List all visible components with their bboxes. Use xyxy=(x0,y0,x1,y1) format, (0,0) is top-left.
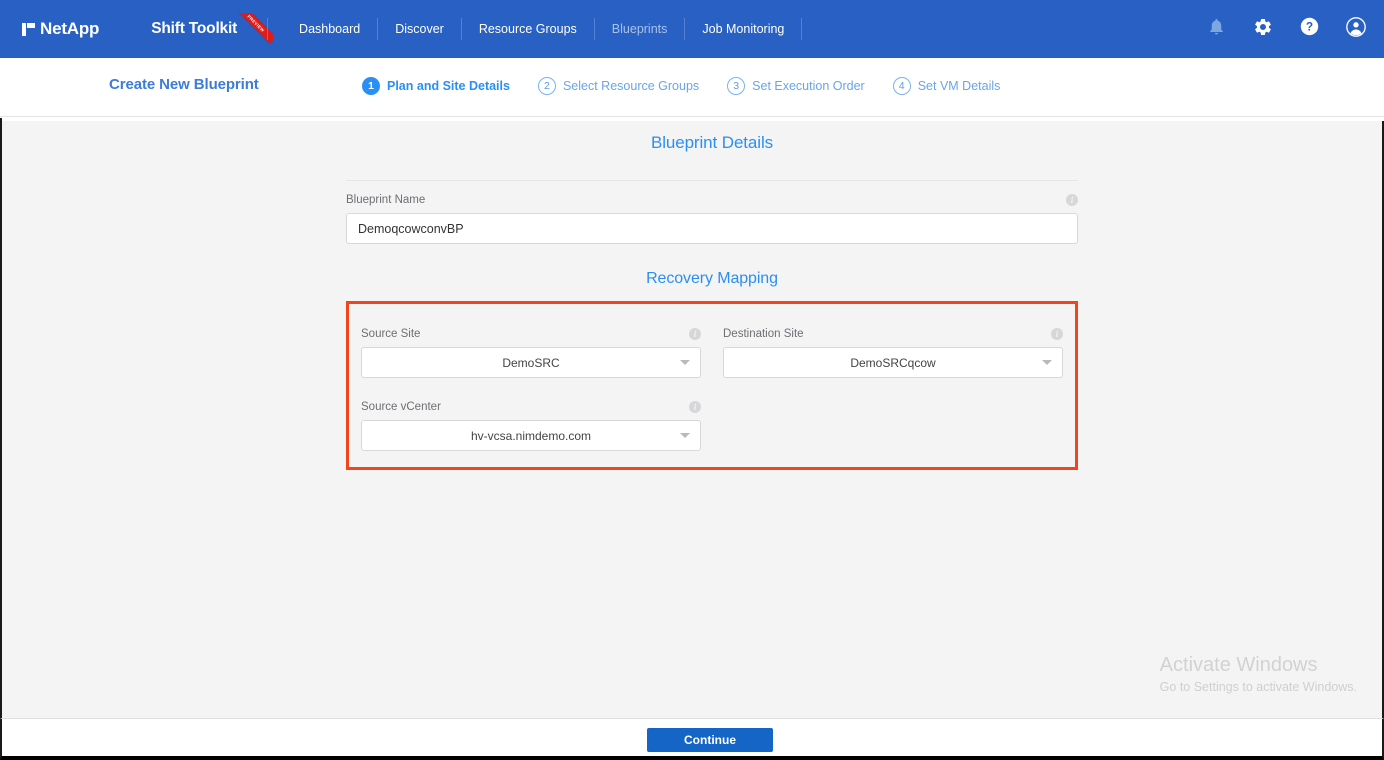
wizard-step-select-resource-groups[interactable]: 2 Select Resource Groups xyxy=(537,77,700,95)
nav-divider xyxy=(801,18,803,40)
windows-activation-watermark: Activate Windows Go to Settings to activ… xyxy=(1160,652,1357,696)
destination-site-select[interactable]: DemoSRCqcow xyxy=(723,347,1063,378)
destination-site-field: Destination Site i DemoSRCqcow xyxy=(723,315,1063,378)
wizard-step-set-vm-details[interactable]: 4 Set VM Details xyxy=(892,77,1001,95)
step-label: Select Resource Groups xyxy=(562,79,700,93)
recovery-mapping-row-2: Source vCenter i hv-vcsa.nimdemo.com xyxy=(361,388,1063,451)
step-number-badge: 1 xyxy=(362,77,380,95)
blueprint-name-input[interactable] xyxy=(346,213,1078,244)
primary-nav-links: Dashboard Discover Resource Groups Bluep… xyxy=(282,18,803,40)
step-number-badge: 2 xyxy=(537,77,556,95)
info-icon[interactable]: i xyxy=(689,401,701,413)
recovery-mapping-highlight-box: Source Site i DemoSRC Destination Site i xyxy=(346,301,1078,470)
info-icon[interactable]: i xyxy=(1051,328,1063,340)
step-number-badge: 3 xyxy=(727,77,746,95)
source-site-label-row: Source Site i xyxy=(361,328,701,340)
navbar-action-icons: ? xyxy=(1207,0,1366,58)
wizard-step-bar: Create New Blueprint 1 Plan and Site Det… xyxy=(0,58,1384,153)
netapp-logo[interactable]: NetApp xyxy=(22,19,99,39)
wizard-steps: 1 Plan and Site Details 2 Select Resourc… xyxy=(362,77,1000,95)
destination-site-label-row: Destination Site i xyxy=(723,328,1063,340)
info-icon[interactable]: i xyxy=(1066,194,1078,206)
nav-divider xyxy=(460,18,462,40)
nav-link-dashboard[interactable]: Dashboard xyxy=(282,18,377,40)
nav-divider xyxy=(267,18,269,40)
info-icon[interactable]: i xyxy=(689,328,701,340)
recovery-mapping-row-1: Source Site i DemoSRC Destination Site i xyxy=(361,315,1063,378)
source-site-select[interactable]: DemoSRC xyxy=(361,347,701,378)
netapp-logo-text: NetApp xyxy=(40,19,100,38)
product-brand: Shift Toolkit PREVIEW xyxy=(151,13,274,44)
settings-gear-icon[interactable] xyxy=(1253,17,1273,42)
notification-bell-icon[interactable] xyxy=(1207,17,1226,41)
watermark-subtitle: Go to Settings to activate Windows. xyxy=(1159,680,1357,694)
source-vcenter-field: Source vCenter i hv-vcsa.nimdemo.com xyxy=(361,388,701,451)
nav-link-job-monitoring[interactable]: Job Monitoring xyxy=(685,18,801,40)
nav-link-blueprints[interactable]: Blueprints xyxy=(595,18,685,40)
nav-link-discover[interactable]: Discover xyxy=(378,18,461,40)
top-navigation-bar: NetApp Shift Toolkit PREVIEW Dashboard D… xyxy=(0,0,1384,58)
watermark-title: Activate Windows xyxy=(1159,654,1318,676)
nav-link-resource-groups[interactable]: Resource Groups xyxy=(462,18,594,40)
empty-cell xyxy=(723,388,1063,451)
blueprint-details-heading: Blueprint Details xyxy=(650,133,774,152)
help-icon[interactable]: ? xyxy=(1300,17,1319,41)
section-divider xyxy=(346,180,1078,181)
wizard-step-plan-and-site-details[interactable]: 1 Plan and Site Details xyxy=(362,77,510,95)
nav-divider xyxy=(684,18,686,40)
step-label: Plan and Site Details xyxy=(387,79,510,93)
blueprint-name-label: Blueprint Name xyxy=(346,194,426,206)
netapp-logo-mark xyxy=(22,22,35,36)
continue-button[interactable]: Continue xyxy=(647,728,773,752)
footer-bar: Continue xyxy=(0,718,1384,760)
application-window: NetApp Shift Toolkit PREVIEW Dashboard D… xyxy=(0,0,1384,760)
recovery-mapping-heading: Recovery Mapping xyxy=(646,270,778,287)
source-vcenter-label: Source vCenter xyxy=(361,401,441,413)
wizard-step-set-execution-order[interactable]: 3 Set Execution Order xyxy=(727,77,865,95)
main-content-area: Blueprint Details Blueprint Name i Recov… xyxy=(0,118,1384,718)
step-label: Set Execution Order xyxy=(752,79,865,93)
source-vcenter-select-wrap: hv-vcsa.nimdemo.com xyxy=(361,420,701,451)
nav-divider xyxy=(377,18,379,40)
blueprint-form: Blueprint Details Blueprint Name i Recov… xyxy=(346,118,1078,470)
source-vcenter-label-row: Source vCenter i xyxy=(361,401,701,413)
source-vcenter-select[interactable]: hv-vcsa.nimdemo.com xyxy=(361,420,701,451)
product-brand-text: Shift Toolkit xyxy=(151,20,238,37)
source-site-label: Source Site xyxy=(361,328,421,340)
source-site-select-wrap: DemoSRC xyxy=(361,347,701,378)
blueprint-name-label-row: Blueprint Name i xyxy=(346,194,1078,206)
source-site-field: Source Site i DemoSRC xyxy=(361,315,701,378)
step-number-badge: 4 xyxy=(892,77,911,95)
destination-site-label: Destination Site xyxy=(723,328,804,340)
page-title: Create New Blueprint xyxy=(109,76,259,93)
svg-text:?: ? xyxy=(1306,20,1313,34)
user-account-icon[interactable] xyxy=(1346,16,1366,42)
nav-divider xyxy=(593,18,595,40)
destination-site-select-wrap: DemoSRCqcow xyxy=(723,347,1063,378)
step-label: Set VM Details xyxy=(917,79,1001,93)
